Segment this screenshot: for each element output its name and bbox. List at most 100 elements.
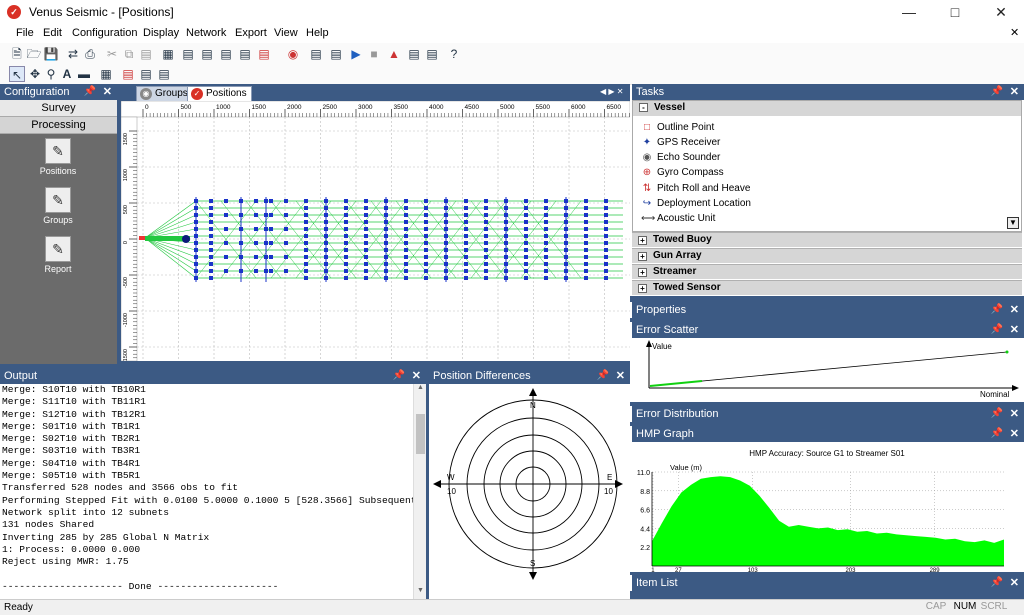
network-node[interactable] — [604, 255, 608, 259]
positions-tool[interactable]: ✎ Positions — [28, 138, 88, 176]
positions-plot[interactable]: 0 500 1000 1500 2000 2500 3000 3500 4000 4500 5000… — [120, 100, 631, 363]
network-node[interactable] — [224, 199, 228, 203]
network-node[interactable] — [484, 234, 488, 238]
network-node[interactable] — [269, 227, 273, 231]
network-node[interactable] — [484, 241, 488, 245]
network-node[interactable] — [544, 213, 548, 217]
network-node[interactable] — [604, 269, 608, 273]
network-node[interactable] — [404, 227, 408, 231]
menu-configuration[interactable]: Configuration — [72, 27, 137, 39]
close-icon[interactable]: ✕ — [1010, 302, 1019, 318]
network-node[interactable] — [424, 213, 428, 217]
network-node[interactable] — [484, 276, 488, 280]
network-node[interactable] — [364, 255, 368, 259]
network-node[interactable] — [464, 262, 468, 266]
network-node[interactable] — [284, 199, 288, 203]
network-node[interactable] — [404, 276, 408, 280]
expand-icon[interactable]: + — [638, 252, 647, 261]
network-node[interactable] — [604, 248, 608, 252]
network-node[interactable] — [364, 220, 368, 224]
calendar-alt-icon[interactable]: ▤ — [328, 46, 344, 62]
menu-network[interactable]: Network — [186, 27, 226, 39]
network-node[interactable] — [344, 276, 348, 280]
network-node[interactable] — [544, 234, 548, 238]
network-node[interactable] — [209, 227, 213, 231]
network-node[interactable] — [584, 255, 588, 259]
network-node[interactable] — [209, 248, 213, 252]
network-node[interactable] — [284, 213, 288, 217]
network-node[interactable] — [604, 227, 608, 231]
tow-link-icon[interactable]: ▤ — [156, 66, 172, 82]
tab-scroll-icons[interactable]: ◀ ▶ ✕ — [600, 87, 623, 96]
network-node[interactable] — [584, 234, 588, 238]
pan-icon[interactable]: ✥ — [27, 66, 43, 82]
network-node[interactable] — [544, 199, 548, 203]
network-node[interactable] — [464, 241, 468, 245]
stop-icon[interactable]: ■ — [366, 46, 382, 62]
tile-icon[interactable]: ▤ — [424, 46, 440, 62]
network-node[interactable] — [584, 276, 588, 280]
network-node[interactable] — [464, 276, 468, 280]
network-node[interactable] — [224, 241, 228, 245]
menu-file[interactable]: File — [16, 27, 34, 39]
network-node[interactable] — [209, 276, 213, 280]
vessel-tool-icon[interactable]: ▤ — [180, 46, 196, 62]
network-node[interactable] — [524, 206, 528, 210]
network-node[interactable] — [304, 206, 308, 210]
network-node[interactable] — [209, 234, 213, 238]
network-node[interactable] — [424, 262, 428, 266]
network-node[interactable] — [284, 227, 288, 231]
network-node[interactable] — [269, 213, 273, 217]
network-node[interactable] — [304, 227, 308, 231]
menu-export[interactable]: Export — [235, 27, 267, 39]
network-node[interactable] — [254, 241, 258, 245]
pin-icon[interactable]: 📌 — [991, 426, 1003, 442]
network-node[interactable] — [209, 206, 213, 210]
network-node[interactable] — [364, 234, 368, 238]
close-icon[interactable]: ✕ — [1010, 426, 1019, 442]
task-gps-receiver[interactable]: ✦ GPS Receiver — [641, 135, 721, 150]
network-node[interactable] — [364, 241, 368, 245]
network-node[interactable] — [584, 220, 588, 224]
network-node[interactable] — [304, 213, 308, 217]
network-node[interactable] — [404, 255, 408, 259]
positions-canvas[interactable]: 0 500 1000 1500 2000 2500 3000 3500 4000 4500 5000… — [120, 100, 631, 363]
network-node[interactable] — [404, 248, 408, 252]
measure-icon[interactable]: ▬ — [76, 66, 92, 82]
network-node[interactable] — [404, 220, 408, 224]
network-node[interactable] — [524, 248, 528, 252]
network-node[interactable] — [209, 199, 213, 203]
network-node[interactable] — [604, 213, 608, 217]
network-node[interactable] — [404, 241, 408, 245]
network-node[interactable] — [484, 269, 488, 273]
network-node[interactable] — [209, 262, 213, 266]
network-node[interactable] — [524, 234, 528, 238]
sensor-tool-icon[interactable]: ▤ — [256, 46, 272, 62]
network-node[interactable] — [209, 255, 213, 259]
network-node[interactable] — [224, 269, 228, 273]
task-deployment-location[interactable]: ↪ Deployment Location — [641, 196, 751, 211]
network-node[interactable] — [404, 269, 408, 273]
zoom-fit-icon[interactable]: ▦ — [98, 66, 114, 82]
network-node[interactable] — [224, 227, 228, 231]
network-node[interactable] — [344, 199, 348, 203]
network-node[interactable] — [484, 206, 488, 210]
network-node[interactable] — [304, 234, 308, 238]
network-node[interactable] — [524, 241, 528, 245]
gun-array-group[interactable]: + Gun Array — [632, 248, 1022, 263]
network-node[interactable] — [364, 262, 368, 266]
network-node[interactable] — [344, 213, 348, 217]
open-icon[interactable]: 🗁 — [26, 46, 42, 62]
network-node[interactable] — [269, 241, 273, 245]
network-node[interactable] — [544, 206, 548, 210]
network-node[interactable] — [464, 199, 468, 203]
network-node[interactable] — [364, 276, 368, 280]
network-node[interactable] — [224, 255, 228, 259]
pointer-icon[interactable]: ↖ — [9, 66, 25, 82]
record-icon[interactable]: ◉ — [285, 46, 301, 62]
network-node[interactable] — [344, 255, 348, 259]
groups-tool[interactable]: ✎ Groups — [28, 187, 88, 225]
network-node[interactable] — [269, 255, 273, 259]
network-node[interactable] — [254, 227, 258, 231]
network-node[interactable] — [484, 199, 488, 203]
